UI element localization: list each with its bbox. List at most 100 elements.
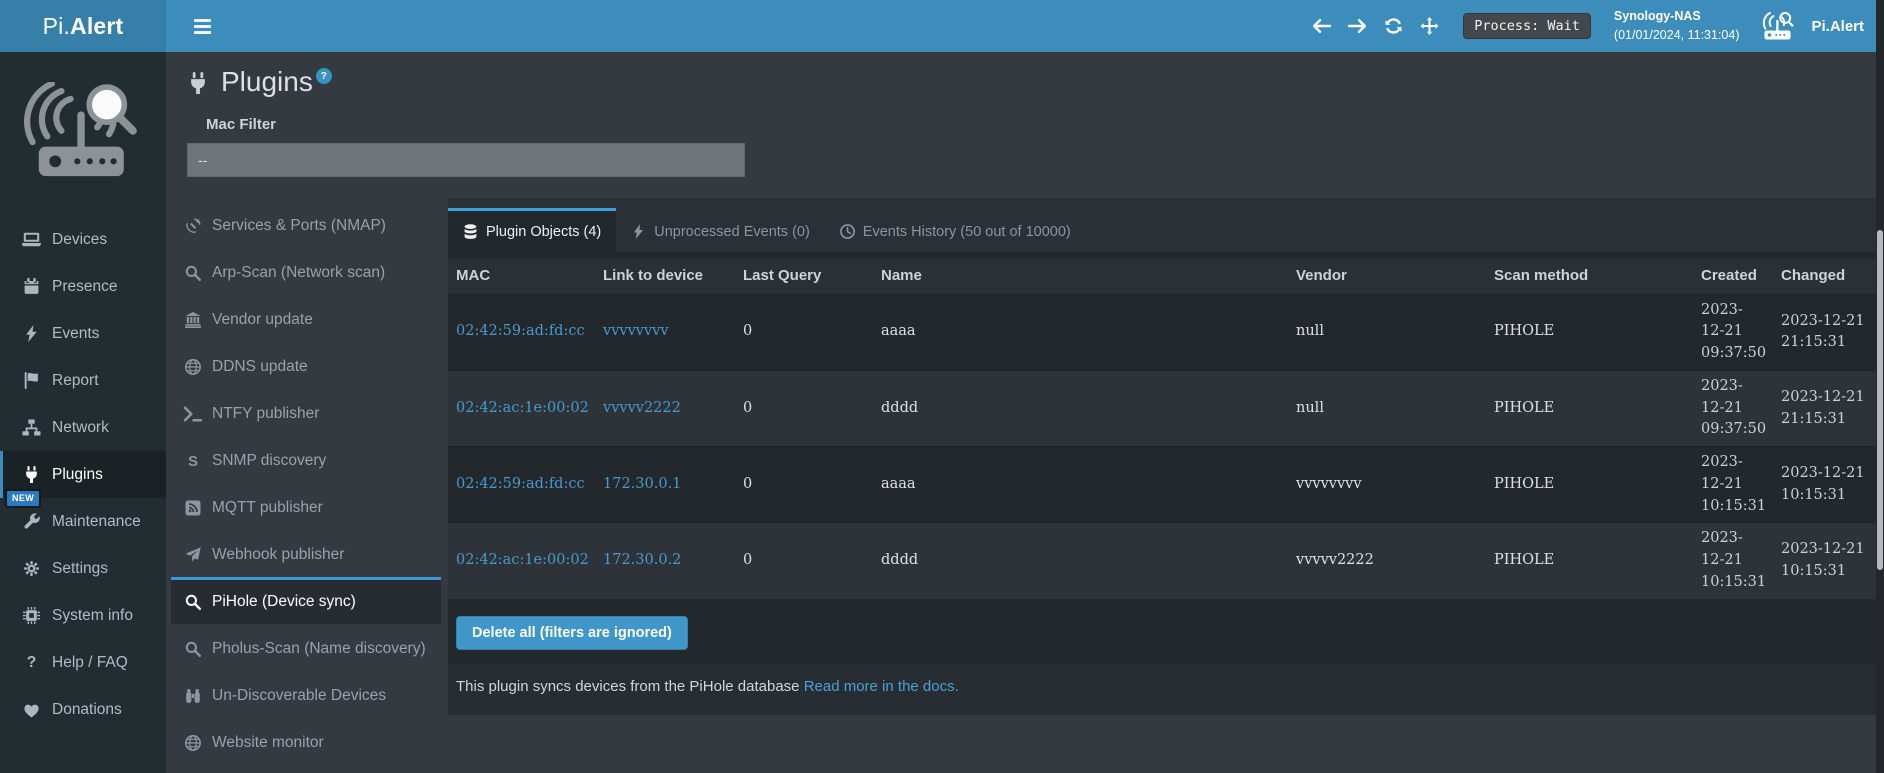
tab-label: Plugin Objects (4) — [486, 224, 601, 240]
scrollbar-thumb[interactable] — [1877, 230, 1883, 570]
cell-mac-link[interactable]: 02:42:ac:1e:00:02 — [456, 400, 589, 416]
sidebar-item-help-faq[interactable]: ?Help / FAQ — [0, 639, 166, 686]
pialert-logo — [22, 82, 144, 184]
process-status-badge: Process: Wait — [1463, 13, 1591, 39]
cell-mac-link[interactable]: 02:42:ac:1e:00:02 — [456, 552, 589, 568]
panel-actions: Delete all (filters are ignored) — [448, 599, 1876, 664]
page-scrollbar[interactable] — [1876, 0, 1884, 773]
sidebar-toggle-button[interactable] — [181, 0, 223, 52]
table-row: 02:42:59:ad:fd:cc172.30.0.10aaaavvvvvvvv… — [448, 447, 1876, 523]
cell-device: 172.30.0.1 — [595, 447, 735, 523]
col-header-mac: MAC — [448, 258, 595, 294]
cell-created: 2023-12-21 09:37:50 — [1693, 294, 1773, 370]
globe-icon — [183, 359, 203, 375]
sidebar-menu: Devices PresenceEvents Report Network Plugin… — [0, 216, 166, 733]
tab-events-history-50-out-of-10000[interactable]: Events History (50 out of 10000) — [825, 208, 1086, 252]
cell-mac-link[interactable]: 02:42:59:ad:fd:cc — [456, 476, 585, 492]
sidebar-item-label: Report — [52, 372, 99, 390]
col-header-changed: Changed — [1773, 258, 1876, 294]
col-header-name: Name — [873, 258, 1288, 294]
new-badge: NEW — [5, 489, 41, 508]
main-sidebar: Devices PresenceEvents Report Network Plugin… — [0, 52, 166, 773]
col-header-vendor: Vendor — [1288, 258, 1486, 294]
s-letter-icon: S — [183, 453, 203, 469]
plugin-nav-item-ddns-update[interactable]: DDNS update — [171, 342, 441, 389]
cell-last-query: 0 — [735, 523, 873, 599]
plugin-nav-item-un-discoverable-devices[interactable]: Un-Discoverable Devices — [171, 671, 441, 718]
table-wrap: MACLink to deviceLast QueryNameVendorSca… — [448, 252, 1876, 599]
nav-forward-button[interactable] — [1347, 17, 1368, 35]
clock-icon — [840, 224, 855, 239]
col-header-link-to-device: Link to device — [595, 258, 735, 294]
nav-maximize-button[interactable] — [1419, 17, 1440, 35]
sidebar-item-presence[interactable]: Presence — [0, 263, 166, 310]
plugin-nav-item-arp-scan-network-scan[interactable]: Arp-Scan (Network scan) — [171, 248, 441, 295]
cell-device: vvvvvvvv — [595, 294, 735, 370]
cell-device-link[interactable]: vvvvvvvv — [603, 323, 669, 339]
sidebar-item-devices[interactable]: Devices — [0, 216, 166, 263]
dish-icon — [183, 218, 203, 234]
sitemap-icon — [21, 419, 42, 436]
tab-label: Events History (50 out of 10000) — [863, 224, 1071, 240]
col-header-last-query: Last Query — [735, 258, 873, 294]
plugin-nav-label: MQTT publisher — [212, 499, 323, 517]
sidebar-item-system-info[interactable]: System info — [0, 592, 166, 639]
sidebar-item-report[interactable]: Report — [0, 357, 166, 404]
nav-refresh-button[interactable] — [1383, 17, 1404, 35]
tab-unprocessed-events-0[interactable]: Unprocessed Events (0) — [616, 208, 825, 252]
cell-device-link[interactable]: 172.30.0.2 — [603, 552, 681, 568]
sidebar-item-network[interactable]: Network — [0, 404, 166, 451]
nav-back-button[interactable] — [1311, 17, 1332, 35]
terminal-icon — [183, 406, 203, 422]
cell-mac-link[interactable]: 02:42:59:ad:fd:cc — [456, 323, 585, 339]
brand-bold: Alert — [70, 13, 123, 40]
cell-vendor: vvvvv2222 — [1288, 523, 1486, 599]
cell-changed: 2023-12-21 21:15:31 — [1773, 370, 1876, 446]
plugin-nav-item-mqtt-publisher[interactable]: MQTT publisher — [171, 483, 441, 530]
tab-plugin-objects-4[interactable]: Plugin Objects (4) — [448, 208, 616, 252]
sidebar-item-settings[interactable]: Settings — [0, 545, 166, 592]
plugin-nav-item-pholus-scan-name-discovery[interactable]: Pholus-Scan (Name discovery) — [171, 624, 441, 671]
sidebar-item-label: Settings — [52, 560, 108, 578]
brand-logo[interactable]: Pi.Alert — [0, 0, 166, 52]
cell-mac: 02:42:59:ad:fd:cc — [448, 447, 595, 523]
plugin-nav-item-website-monitor[interactable]: Website monitor — [171, 718, 441, 765]
cell-changed: 2023-12-21 10:15:31 — [1773, 447, 1876, 523]
calendar-icon — [21, 278, 42, 295]
sidebar-item-maintenance[interactable]: MaintenanceNEW — [0, 498, 166, 545]
sidebar-item-donations[interactable]: Donations — [0, 686, 166, 733]
cell-name: dddd — [873, 523, 1288, 599]
plugin-nav-label: Un-Discoverable Devices — [212, 687, 386, 705]
top-navbar: Pi.Alert Process: Wait Synology-NAS (01/… — [0, 0, 1876, 52]
cell-device-link[interactable]: vvvvv2222 — [603, 400, 681, 416]
plugin-nav-item-ntfy-publisher[interactable]: NTFY publisher — [171, 389, 441, 436]
col-header-scan-method: Scan method — [1486, 258, 1693, 294]
navbar-buttons — [1311, 17, 1440, 35]
mac-filter-input[interactable] — [187, 143, 745, 177]
cell-name: aaaa — [873, 294, 1288, 370]
microchip-icon — [21, 607, 42, 624]
router-search-icon — [1760, 10, 1796, 42]
plugin-panel: Plugin Objects (4) Unprocessed Events (0)… — [448, 198, 1876, 715]
delete-all-button[interactable]: Delete all (filters are ignored) — [456, 616, 688, 650]
plugin-nav-item-vendor-update[interactable]: Vendor update — [171, 295, 441, 342]
plugin-nav-item-snmp-discovery[interactable]: SSNMP discovery — [171, 436, 441, 483]
cell-vendor: vvvvvvvv — [1288, 447, 1486, 523]
page-header: Plugins ? — [166, 52, 1876, 98]
docs-link[interactable]: Read more in the docs. — [804, 678, 959, 695]
sidebar-item-label: Plugins — [52, 466, 103, 484]
plugin-description: This plugin syncs devices from the PiHol… — [448, 664, 1876, 715]
laptop-icon — [21, 231, 42, 248]
plugin-nav-item-services-ports-nmap[interactable]: Services & Ports (NMAP) — [171, 201, 441, 248]
plugin-nav-label: Arp-Scan (Network scan) — [212, 264, 385, 282]
cell-scan-method: PIHOLE — [1486, 370, 1693, 446]
plugin-nav-item-pihole-device-sync[interactable]: PiHole (Device sync) — [171, 577, 441, 624]
cell-device-link[interactable]: 172.30.0.1 — [603, 476, 681, 492]
search-icon — [183, 641, 203, 657]
sidebar-item-events[interactable]: Events — [0, 310, 166, 357]
help-badge[interactable]: ? — [316, 68, 332, 84]
host-info: Synology-NAS (01/01/2024, 11:31:04) — [1614, 7, 1740, 45]
plugin-objects-table: MACLink to deviceLast QueryNameVendorSca… — [448, 258, 1876, 599]
sidebar-item-label: Devices — [52, 231, 107, 249]
plugin-nav-item-webhook-publisher[interactable]: Webhook publisher — [171, 530, 441, 577]
